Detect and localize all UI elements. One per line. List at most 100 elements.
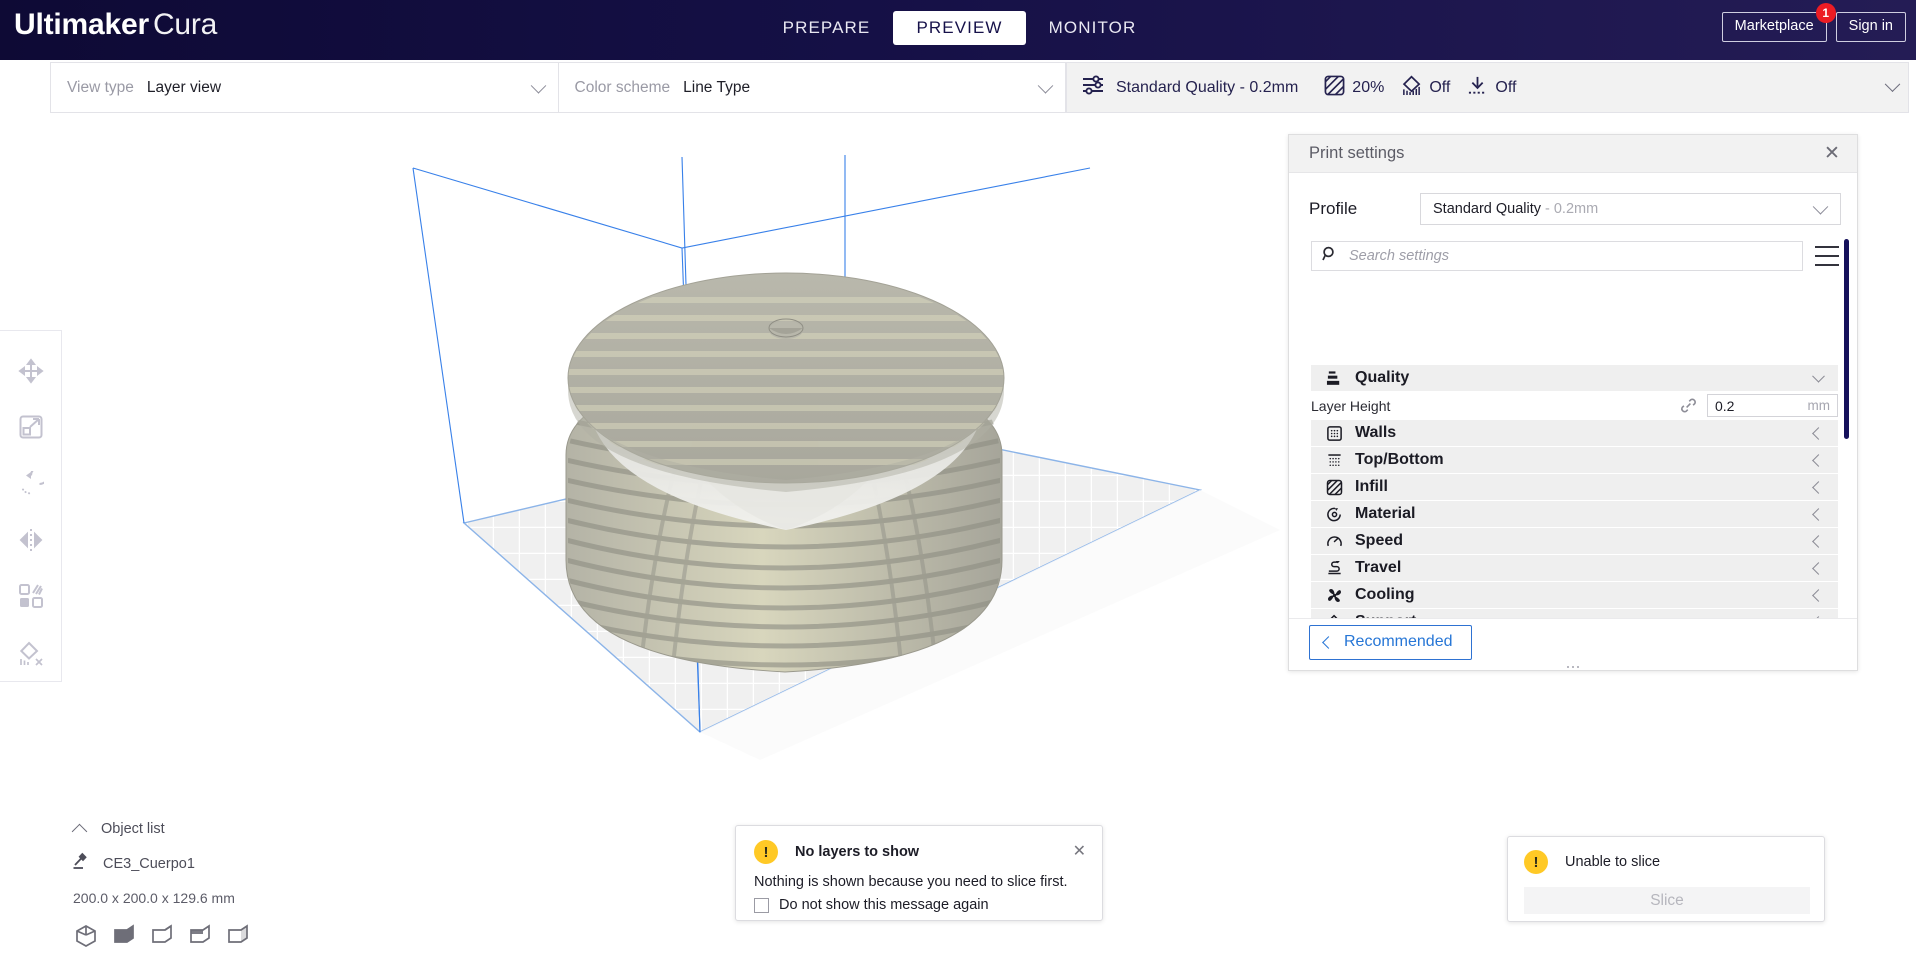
marketplace-badge: 1 (1815, 3, 1836, 23)
settings-category-quality[interactable]: Quality (1311, 365, 1838, 391)
chevron-down-icon (1812, 199, 1829, 215)
settings-search-row (1289, 225, 1857, 271)
scale-tool[interactable] (0, 399, 62, 455)
object-name: CE3_Cuerpo1 (103, 855, 195, 872)
list-item[interactable]: CE3_Cuerpo1 (72, 852, 402, 875)
camera-view-buttons (74, 924, 402, 953)
settings-category-topbottom[interactable]: Top/Bottom (1311, 447, 1838, 473)
object-list-label: Object list (101, 821, 165, 837)
app-logo: Ultimaker Cura (14, 8, 217, 42)
print-settings-footer: Recommended (1289, 618, 1857, 670)
color-scheme-dropdown[interactable]: Color scheme Line Type (557, 63, 1066, 112)
settings-category-speed[interactable]: Speed (1311, 528, 1838, 554)
chevron-up-icon (71, 823, 88, 839)
setting-value-field[interactable]: 0.2 mm (1707, 394, 1838, 417)
cura-window: Ultimaker Cura PREPARE PREVIEW MONITOR Ma… (0, 0, 1916, 971)
settings-category-infill[interactable]: Infill (1311, 474, 1838, 500)
link-icon[interactable] (1677, 397, 1699, 414)
view-type-dropdown[interactable]: View type Layer view (51, 63, 558, 112)
settings-category-material[interactable]: Material (1311, 501, 1838, 527)
mirror-tool[interactable] (0, 512, 62, 568)
topbottom-icon (1321, 452, 1347, 469)
profile-dropdown[interactable]: Standard Quality - 0.2mm (1420, 193, 1841, 225)
settings-category-label: Walls (1355, 424, 1397, 441)
iso-view-button[interactable] (74, 924, 98, 953)
title-bar: Ultimaker Cura PREPARE PREVIEW MONITOR Ma… (0, 0, 1916, 60)
object-list-panel: Object list CE3_Cuerpo1 200.0 x 200.0 x … (71, 821, 402, 953)
adhesion-icon (1467, 75, 1488, 101)
recommended-label: Recommended (1344, 633, 1453, 650)
checkbox-box (754, 897, 769, 913)
print-settings-header: Print settings ✕ (1289, 135, 1857, 173)
sliders-icon (1081, 74, 1105, 101)
per-model-settings-tool[interactable] (0, 568, 62, 624)
move-tool[interactable] (0, 343, 62, 399)
support-icon (1401, 75, 1422, 101)
setting-value: 0.2 (1715, 397, 1735, 414)
front-view-button[interactable] (112, 924, 136, 953)
scrollbar-thumb[interactable] (1844, 239, 1849, 439)
settings-list[interactable]: Quality Layer Height 0.2 mm Walls Top/Bo… (1311, 365, 1838, 619)
support-blocker-tool[interactable] (0, 625, 62, 681)
chevron-down-icon[interactable] (1884, 76, 1901, 92)
adhesion-value: Off (1495, 78, 1517, 96)
page-title: Print settings (1309, 144, 1405, 162)
settings-category-label: Infill (1355, 478, 1388, 495)
marketplace-wrapper: Marketplace 1 (1721, 3, 1836, 43)
print-setup-selector[interactable]: Standard Quality - 0.2mm 20% Off Off (1066, 62, 1909, 113)
settings-category-cooling[interactable]: Cooling (1311, 582, 1838, 608)
object-list-toggle[interactable]: Object list (71, 821, 402, 839)
infill-stat: 20% (1324, 75, 1384, 101)
print-selector-icon (72, 852, 90, 875)
view-type-value: Layer view (146, 78, 222, 96)
travel-icon (1321, 560, 1347, 577)
warning-icon: ! (754, 840, 778, 864)
infill-icon (1321, 479, 1347, 496)
right-view-button[interactable] (226, 924, 250, 953)
hamburger-menu-icon[interactable] (1815, 246, 1839, 266)
do-not-show-again-checkbox[interactable]: Do not show this message again (736, 890, 1102, 913)
stage-tabs: PREPARE PREVIEW MONITOR (760, 11, 1159, 45)
search-icon (1322, 246, 1338, 267)
close-icon[interactable]: ✕ (1071, 844, 1088, 860)
settings-category-travel[interactable]: Travel (1311, 555, 1838, 581)
settings-category-label: Cooling (1355, 586, 1415, 603)
infill-grid-icon (1324, 75, 1345, 101)
tab-monitor[interactable]: MONITOR (1026, 11, 1159, 45)
tab-prepare[interactable]: PREPARE (760, 11, 893, 45)
adhesion-stat: Off (1467, 75, 1516, 101)
chevron-left-icon (1322, 635, 1335, 649)
slice-button[interactable]: Slice (1524, 887, 1810, 914)
panel-resize-handle[interactable] (1567, 666, 1579, 668)
search-input[interactable] (1349, 248, 1792, 264)
slice-panel: ! Unable to slice Slice (1507, 836, 1825, 922)
model-tools-toolbar (0, 330, 62, 682)
cooling-icon (1321, 587, 1347, 604)
close-icon[interactable]: ✕ (1819, 141, 1845, 167)
settings-scrollbar[interactable] (1844, 239, 1849, 501)
chevron-left-icon (1812, 534, 1825, 548)
marketplace-button[interactable]: Marketplace (1721, 12, 1827, 43)
settings-category-walls[interactable]: Walls (1311, 420, 1838, 446)
setting-layer-height: Layer Height 0.2 mm (1311, 392, 1838, 419)
status-badge: Unable to slice (1565, 854, 1661, 870)
settings-category-label: Quality (1355, 369, 1410, 386)
recommended-mode-button[interactable]: Recommended (1309, 625, 1472, 660)
search-box[interactable] (1311, 241, 1803, 271)
settings-category-label: Travel (1355, 559, 1402, 576)
profile-row: Profile Standard Quality - 0.2mm (1289, 173, 1857, 225)
top-view-button[interactable] (150, 924, 174, 953)
view-type-label: View type (67, 78, 134, 96)
left-view-button[interactable] (188, 924, 212, 953)
profile-suffix: - 0.2mm (1545, 201, 1599, 217)
rotate-tool[interactable] (0, 456, 62, 512)
no-layers-body: Nothing is shown because you need to sli… (754, 874, 1068, 890)
sign-in-button[interactable]: Sign in (1835, 12, 1906, 43)
brand-light: Cura (152, 8, 218, 41)
profile-value: Standard Quality (1433, 201, 1542, 217)
settings-category-label: Top/Bottom (1355, 451, 1444, 468)
chevron-left-icon (1812, 588, 1825, 602)
tab-preview[interactable]: PREVIEW (893, 11, 1026, 45)
chevron-down-icon (1812, 369, 1825, 383)
chevron-left-icon (1812, 561, 1825, 575)
